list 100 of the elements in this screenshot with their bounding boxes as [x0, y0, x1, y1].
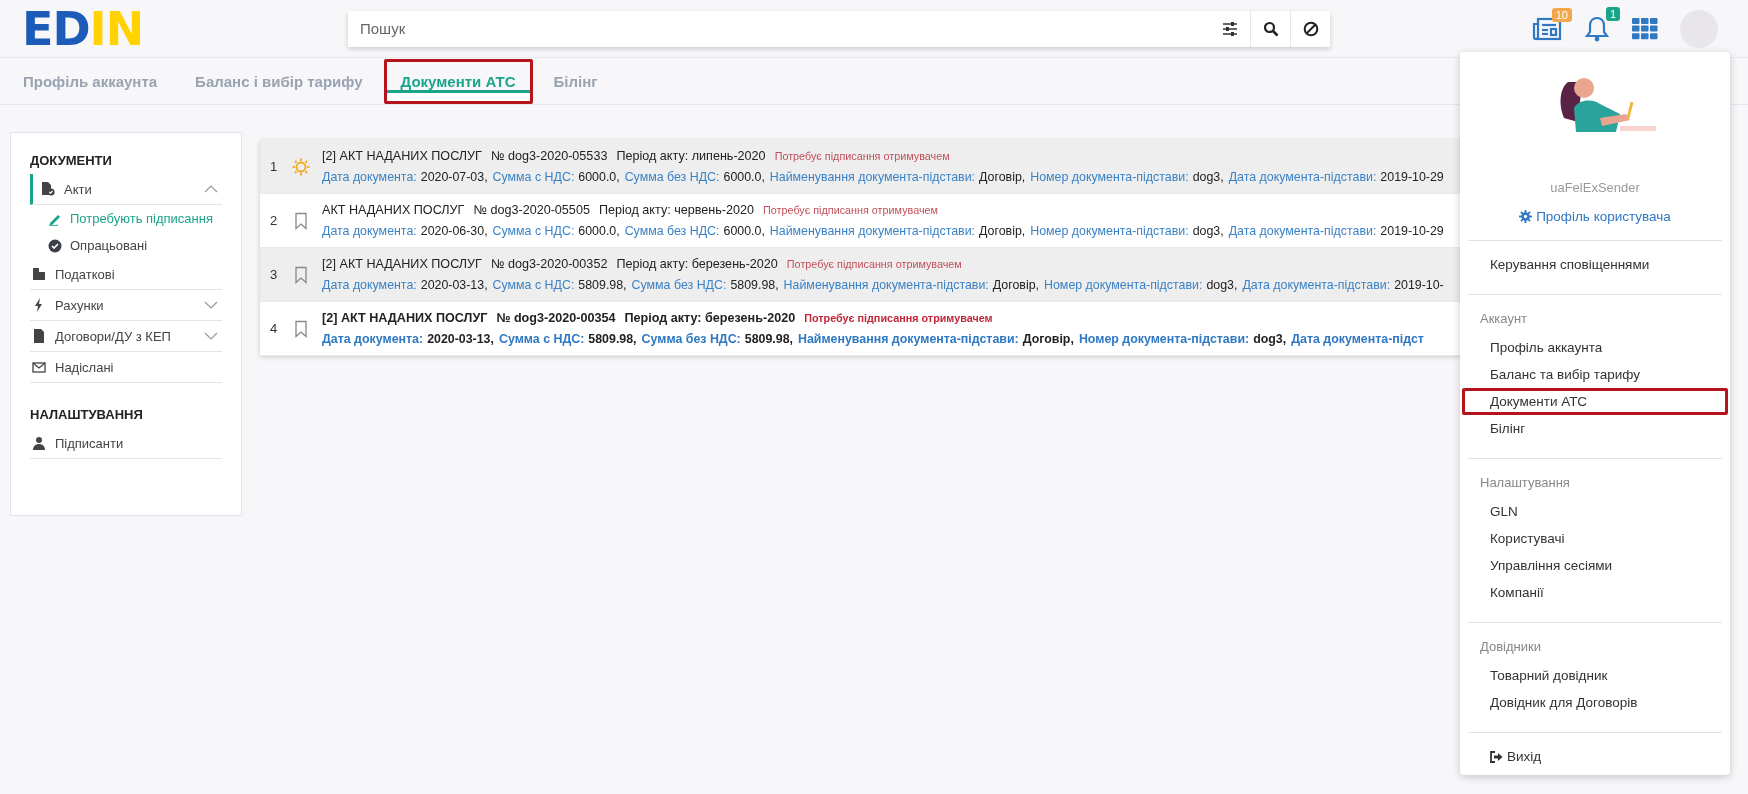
document-number: № dog3-2020-00354	[496, 311, 616, 325]
status-label: Потребує підписання отримувачем	[786, 258, 962, 270]
field-label: Найменування документа-підстави:	[798, 332, 1019, 346]
status-label: Потребує підписання отримувачем	[763, 204, 938, 216]
field-value: dog3,	[1192, 224, 1224, 238]
row-number: 3	[270, 267, 279, 282]
gear-icon	[1519, 210, 1533, 223]
buildings-icon	[32, 267, 46, 281]
menu-item[interactable]: Білінг	[1462, 415, 1728, 442]
menu-item[interactable]: Товарний довідник	[1462, 662, 1728, 689]
sidebar-item[interactable]: Підписанти	[30, 428, 222, 459]
sign-out-icon	[1490, 750, 1503, 763]
search-button[interactable]	[1250, 10, 1290, 47]
document-icon	[32, 329, 46, 343]
document-row[interactable]	[260, 140, 1460, 194]
menu-item[interactable]: Керування сповіщеннями	[1462, 251, 1728, 278]
document-title: [2] АКТ НАДАНИХ ПОСЛУГ	[322, 149, 482, 163]
field-label: Сумма без НДС:	[631, 278, 727, 292]
document-period: Період акту: липень-2020	[616, 149, 766, 163]
field-value: dog3,	[1206, 278, 1238, 292]
field-label: Сумма с НДС:	[492, 170, 575, 184]
field-value: 6000.0,	[578, 170, 620, 184]
menu-section-heading: Налаштування	[1479, 474, 1571, 492]
field-label: Найменування документа-підстави:	[769, 224, 975, 238]
bookmark-icon[interactable]	[292, 319, 310, 338]
sidebar-item[interactable]: Податкові	[30, 259, 222, 290]
field-label: Найменування документа-підстави:	[769, 170, 975, 184]
field-label: Сумма с НДС:	[492, 224, 575, 238]
field-value: 2020-06-30,	[420, 224, 488, 238]
menu-item[interactable]: Користувачі	[1462, 525, 1728, 552]
menu-section-heading: Аккаунт	[1479, 310, 1529, 328]
field-value: Договір,	[979, 224, 1026, 238]
section-heading: ДОКУМЕНТИ	[30, 153, 113, 168]
status-label: Потребує підписання отримувачем	[804, 312, 993, 324]
section-heading: НАЛАШТУВАННЯ	[30, 407, 144, 422]
field-value: dog3,	[1192, 170, 1224, 184]
row-number: 4	[270, 321, 279, 336]
field-label: Номер документа-підстави:	[1030, 170, 1189, 184]
logo: EDIN	[22, 5, 145, 52]
field-value: Договір,	[1022, 332, 1074, 346]
logout-item[interactable]: Вихід	[1462, 743, 1728, 770]
bell-icon[interactable]	[1584, 14, 1610, 43]
filter-button[interactable]	[1210, 10, 1250, 47]
chevron-down-icon	[204, 332, 218, 340]
document-title: [2] АКТ НАДАНИХ ПОСЛУГ	[322, 257, 482, 271]
chevron-down-icon	[204, 301, 218, 309]
menu-item[interactable]: Документи АТС	[1462, 388, 1728, 415]
document-number: № dog3-2020-05505	[473, 203, 590, 217]
sidebar-item[interactable]: Договори/ДУ з КЕП	[30, 321, 222, 352]
status-label: Потребує підписання отримувачем	[774, 150, 950, 162]
field-label: Дата документа-підстави:	[1228, 224, 1377, 238]
field-label: Номер документа-підстави:	[1078, 332, 1250, 346]
check-circle-icon	[48, 238, 62, 253]
person-icon	[32, 436, 46, 450]
field-value: Договір,	[992, 278, 1040, 292]
username: uaFelExSender	[1549, 180, 1641, 195]
clear-button[interactable]	[1290, 10, 1330, 47]
field-value: 2019-10-	[1394, 278, 1444, 292]
menu-item[interactable]: Управління сесіями	[1462, 552, 1728, 579]
sidebar-item[interactable]: Рахунки	[30, 290, 222, 321]
field-label: Дата документа-підстави:	[1242, 278, 1391, 292]
bookmark-icon[interactable]	[292, 265, 310, 284]
profile-link[interactable]: Профіль користувача	[1519, 209, 1671, 224]
field-label: Сумма с НДС:	[498, 332, 585, 346]
menu-item[interactable]: Довідник для Договорів	[1462, 689, 1728, 716]
field-label: Дата документа:	[322, 332, 424, 346]
menu-item[interactable]: Профіль аккаунта	[1462, 334, 1728, 361]
field-value: 6000.0,	[723, 170, 765, 184]
row-number: 1	[270, 159, 279, 174]
field-label: Дата документа:	[322, 170, 417, 184]
bookmark-icon[interactable]	[292, 211, 310, 230]
document-row[interactable]	[260, 248, 1460, 302]
field-label: Номер документа-підстави:	[1044, 278, 1203, 292]
field-value: dog3,	[1253, 332, 1287, 346]
sliders-icon	[1222, 20, 1238, 37]
sidebar-subitem[interactable]: Опрацьовані	[30, 232, 222, 259]
field-value: 2019-10-29	[1380, 224, 1444, 238]
envelope-icon	[32, 360, 46, 374]
field-value: 6000.0,	[723, 224, 765, 238]
sidebar-item[interactable]: Акти	[30, 174, 222, 205]
field-label: Дата документа-підстави:	[1228, 170, 1377, 184]
field-label: Дата документа:	[322, 278, 417, 292]
field-value: 2020-03-13,	[427, 332, 494, 346]
doc-check-icon	[41, 182, 55, 196]
menu-item[interactable]: Баланс та вибір тарифу	[1462, 361, 1728, 388]
menu-item[interactable]: GLN	[1462, 498, 1728, 525]
field-label: Сумма без НДС:	[624, 170, 720, 184]
field-value: 2019-10-29	[1380, 170, 1444, 184]
sidebar-item[interactable]: Надіслані	[30, 352, 222, 383]
chevron-up-icon	[204, 185, 218, 193]
document-period: Період акту: березень-2020	[624, 311, 796, 325]
apps-grid-icon[interactable]	[1632, 17, 1658, 40]
field-value: 5809.98,	[730, 278, 779, 292]
field-label: Сумма без НДС:	[641, 332, 741, 346]
field-label: Дата документа:	[322, 224, 417, 238]
blocked-icon	[1302, 20, 1319, 37]
field-label: Дата документа-підст	[1291, 332, 1424, 346]
menu-item[interactable]: Компанії	[1462, 579, 1728, 606]
document-title: АКТ НАДАНИХ ПОСЛУГ	[322, 203, 465, 217]
field-value: 5809.98,	[578, 278, 627, 292]
